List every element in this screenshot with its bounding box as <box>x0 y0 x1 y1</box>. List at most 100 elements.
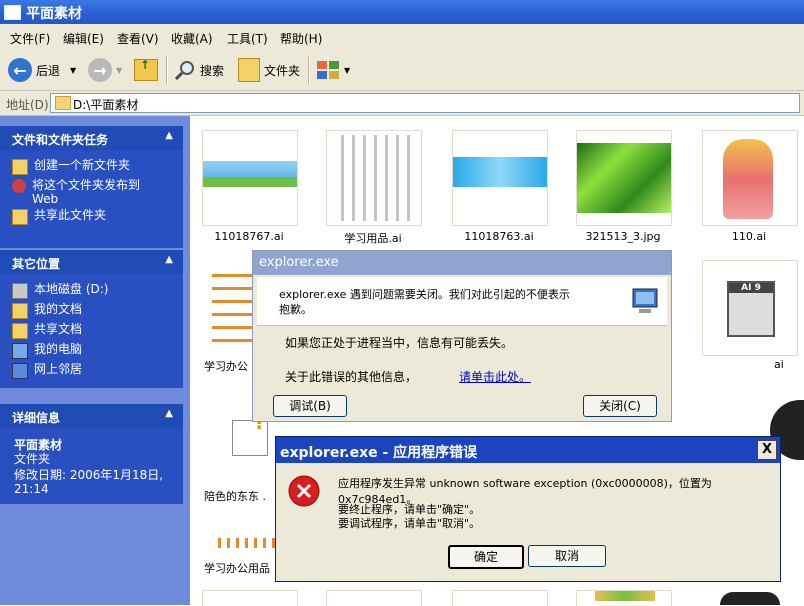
window-title: 平面素材 <box>26 6 82 22</box>
details-panel-title: 详细信息 <box>12 411 61 425</box>
file-thumbnail[interactable] <box>576 590 672 606</box>
folders-label: 文件夹 <box>264 63 301 78</box>
folders-button[interactable]: 文件夹 <box>238 54 300 86</box>
error-report-dialog: explorer.exe explorer.exe 遇到问题需要关闭。我们对此引… <box>252 250 672 422</box>
place-local-disk[interactable]: 本地磁盘 (D:) <box>12 282 108 299</box>
file-thumbnail[interactable] <box>202 130 298 226</box>
dialog-titlebar[interactable]: explorer.exe - 应用程序错误 X <box>276 437 780 463</box>
file-thumbnail[interactable] <box>202 590 298 606</box>
ok-button[interactable]: 确定 <box>448 545 524 569</box>
file-thumbnail[interactable] <box>452 130 548 226</box>
dialog-title: explorer.exe <box>259 255 339 270</box>
file-thumbnail[interactable] <box>326 130 422 226</box>
close-icon[interactable]: X <box>757 440 777 460</box>
details-panel-body: 平面素材 文件夹 修改日期: 2006年1月18日, 21:14 <box>0 428 183 504</box>
file-name[interactable]: 学习办公 <box>204 358 248 374</box>
place-label: 网上邻居 <box>34 362 83 376</box>
file-name[interactable]: 11018763.ai <box>444 230 554 243</box>
new-folder-icon <box>12 159 28 175</box>
ai-badge: AI 9 <box>729 283 773 293</box>
publish-web-icon <box>12 179 26 193</box>
address-input[interactable]: D:\平面素材 <box>50 93 800 113</box>
details-type: 文件夹 <box>14 452 51 466</box>
task-publish-web[interactable]: 将这个文件夹发布到 Web <box>12 178 140 206</box>
drive-icon <box>12 283 28 299</box>
menu-edit[interactable]: 编辑(E) <box>63 30 104 47</box>
toolbar-separator <box>308 56 310 84</box>
forward-button[interactable]: → ▼ <box>88 54 122 86</box>
file-name[interactable]: 学习用品.ai <box>318 230 428 246</box>
dialog-message: explorer.exe 遇到问题需要关闭。我们对此引起的不便表示 抱歉。 <box>279 288 570 316</box>
menu-view[interactable]: 查看(V) <box>117 30 159 47</box>
application-error-dialog: explorer.exe - 应用程序错误 X 应用程序发生异常 unknown… <box>275 436 781 582</box>
back-button[interactable]: ← 后退 ▼ <box>8 54 76 86</box>
folder-icon <box>55 96 71 110</box>
click-here-link[interactable]: 请单击此处。 <box>459 368 531 385</box>
collapse-icon[interactable]: ▲ <box>165 254 173 265</box>
close-button[interactable]: 关闭(C) <box>583 395 657 417</box>
share-folder-icon <box>12 209 28 225</box>
task-share-folder[interactable]: 共享此文件夹 <box>12 208 106 225</box>
file-name[interactable]: ai <box>774 358 784 371</box>
tasks-panel-body: 创建一个新文件夹 将这个文件夹发布到 Web 共享此文件夹 <box>0 150 183 248</box>
file-name[interactable]: 321513_3.jpg <box>568 230 678 243</box>
file-name[interactable]: 110.ai <box>694 230 804 243</box>
menu-file[interactable]: 文件(F) <box>10 30 50 47</box>
task-new-folder[interactable]: 创建一个新文件夹 <box>12 158 130 175</box>
details-modified: 修改日期: 2006年1月18日, 21:14 <box>14 468 164 496</box>
address-bar: 地址(D) D:\平面素材 <box>0 91 804 116</box>
place-network[interactable]: 网上邻居 <box>12 362 82 379</box>
place-my-documents[interactable]: 我的文档 <box>12 302 82 319</box>
file-thumbnail[interactable] <box>720 592 780 605</box>
tasks-panel-header[interactable]: 文件和文件夹任务 ▲ <box>0 126 183 150</box>
views-button[interactable]: ▼ <box>316 54 350 86</box>
places-panel-body: 本地磁盘 (D:) 我的文档 共享文档 我的电脑 网上邻居 <box>0 274 183 388</box>
file-thumbnail[interactable] <box>702 130 798 226</box>
file-name[interactable]: 11018767.ai <box>194 230 304 243</box>
folder-icon <box>4 5 21 20</box>
toolbar-separator <box>166 56 168 84</box>
shared-documents-icon <box>12 323 28 339</box>
debug-button[interactable]: 调试(B) <box>273 395 347 417</box>
place-label: 我的电脑 <box>34 342 83 356</box>
computer-icon <box>12 343 28 359</box>
forward-arrow-icon: → <box>88 58 112 82</box>
file-thumbnail[interactable] <box>326 590 422 606</box>
search-icon <box>174 61 194 81</box>
address-path: D:\平面素材 <box>73 98 139 112</box>
chevron-down-icon[interactable]: ▼ <box>70 66 76 75</box>
cancel-button[interactable]: 取消 <box>528 545 606 567</box>
file-name[interactable]: 陪色的东东 . <box>204 488 266 504</box>
menu-tools[interactable]: 工具(T) <box>227 30 268 47</box>
address-label: 地址(D) <box>6 98 49 112</box>
folders-icon <box>238 58 260 82</box>
place-my-computer[interactable]: 我的电脑 <box>12 342 82 359</box>
menu-bar: 文件(F) 编辑(E) 查看(V) 收藏(A) 工具(T) 帮助(H) <box>0 24 804 51</box>
task-label: 共享此文件夹 <box>34 208 107 222</box>
file-thumbnail[interactable]: AI 9 <box>702 260 798 356</box>
dialog-more-info-label: 关于此错误的其他信息， <box>285 370 418 384</box>
file-thumbnail[interactable] <box>576 130 672 226</box>
menu-favorites[interactable]: 收藏(A) <box>171 30 213 47</box>
search-button[interactable]: 搜索 <box>174 54 224 86</box>
dialog-info-text: 如果您正处于进程当中，信息有可能丢失。 <box>285 336 514 350</box>
place-label: 共享文档 <box>34 322 83 336</box>
chevron-down-icon[interactable]: ▼ <box>116 66 122 75</box>
menu-help[interactable]: 帮助(H) <box>280 30 322 47</box>
place-label: 我的文档 <box>34 302 83 316</box>
place-shared-documents[interactable]: 共享文档 <box>12 322 82 339</box>
window-titlebar[interactable]: 平面素材 <box>0 0 804 24</box>
places-panel-header[interactable]: 其它位置 ▲ <box>0 250 183 274</box>
dialog-titlebar[interactable]: explorer.exe <box>253 251 671 275</box>
file-thumbnail[interactable] <box>452 590 548 606</box>
places-panel-title: 其它位置 <box>12 257 61 271</box>
collapse-icon[interactable]: ▲ <box>165 408 173 419</box>
collapse-icon[interactable]: ▲ <box>165 130 173 141</box>
toolbar: ← 后退 ▼ → ▼ ↑ 搜索 文件夹 ▼ <box>0 50 804 91</box>
network-icon <box>12 363 28 379</box>
file-name[interactable]: 学习办公用品 <box>204 560 270 576</box>
task-label: 创建一个新文件夹 <box>34 158 131 172</box>
back-arrow-icon: ← <box>8 58 32 82</box>
up-folder-button[interactable]: ↑ <box>134 54 158 86</box>
details-panel-header[interactable]: 详细信息 ▲ <box>0 404 183 428</box>
